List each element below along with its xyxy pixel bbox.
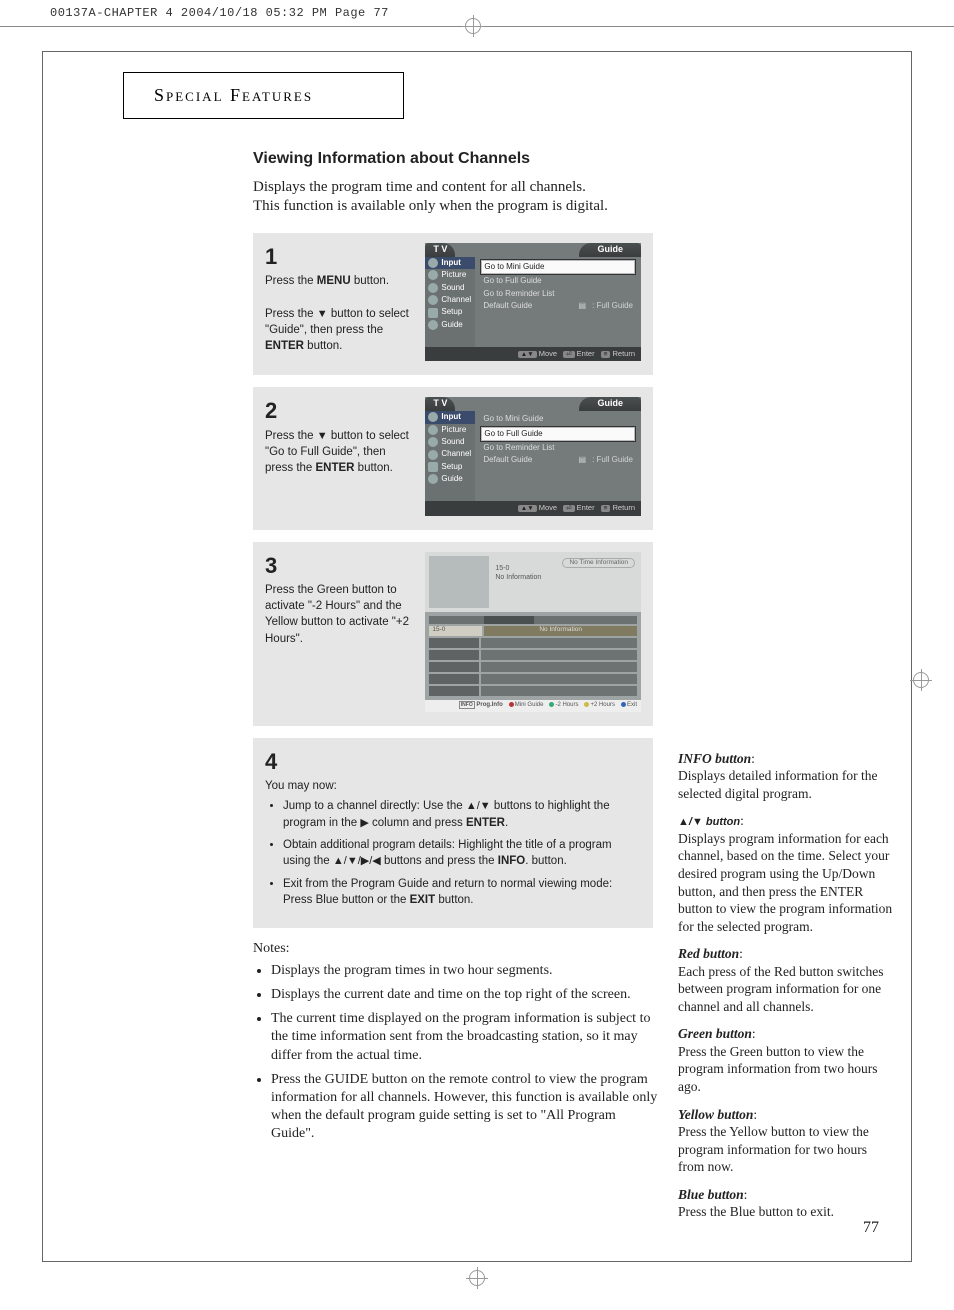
- osd-screenshot-1: T V Guide Input Picture Sound Channel Se…: [425, 243, 641, 361]
- list-icon: ▤: [579, 455, 587, 464]
- blue-dot-icon: [621, 702, 626, 707]
- crop-mark-right: [913, 672, 929, 688]
- osd-row-full-guide: Go to Full Guide: [481, 275, 635, 287]
- guide-row: 15-0 No Information: [429, 626, 637, 636]
- setup-icon: [428, 462, 438, 472]
- crop-mark-bottom: [469, 1270, 485, 1286]
- full-guide-screenshot: 15-0 No Information No Time Information …: [425, 552, 641, 712]
- osd-row-mini-guide: Go to Mini Guide: [481, 413, 635, 425]
- enter-icon: ⏎: [563, 351, 574, 358]
- sound-icon: [428, 283, 438, 293]
- picture-icon: [428, 425, 438, 435]
- no-time-chip: No Time Information: [562, 558, 635, 568]
- step-number: 1: [265, 243, 413, 272]
- guide-row: [429, 638, 637, 648]
- yellow-dot-icon: [584, 702, 589, 707]
- notes-heading: Notes:: [253, 940, 662, 958]
- step-number: 3: [265, 552, 413, 581]
- guide-timebar: [429, 616, 637, 624]
- osd-tab-guide: Guide: [579, 397, 641, 411]
- step-text: Press the Green button to activate "-2 H…: [265, 582, 413, 646]
- blue-button-label: Blue button: [678, 1187, 744, 1202]
- osd-sidebar: Input Picture Sound Channel Setup Guide: [425, 411, 475, 501]
- guide-icon: [428, 474, 438, 484]
- guide-row: [429, 650, 637, 660]
- section-header: Special Features: [123, 72, 404, 119]
- list-icon: ▤: [579, 301, 587, 310]
- info-button-label: INFO button: [678, 751, 751, 766]
- osd-tab-tv: T V: [425, 243, 455, 257]
- step-1-panel: 1 Press the MENU button. Press the ▼ but…: [253, 233, 653, 375]
- updown-icon: ▲▼: [518, 351, 537, 358]
- osd-sidebar: Input Picture Sound Channel Setup Guide: [425, 257, 475, 347]
- step-3-panel: 3 Press the Green button to activate "-2…: [253, 542, 653, 726]
- step-2-panel: 2 Press the ▼ button to select "Go to Fu…: [253, 387, 653, 529]
- step-text: Press the MENU button. Press the ▼ butto…: [265, 273, 413, 354]
- intro-text: Displays the program time and content fo…: [253, 178, 893, 217]
- step-4-panel: 4 You may now: Jump to a channel directl…: [253, 738, 653, 928]
- enter-icon: ⏎: [563, 505, 574, 512]
- step-text: You may now: Jump to a channel directly:…: [265, 778, 641, 908]
- osd-row-mini-guide: Go to Mini Guide: [481, 260, 635, 274]
- step-number: 2: [265, 397, 413, 426]
- osd-screenshot-2: T V Guide Input Picture Sound Channel Se…: [425, 397, 641, 515]
- yellow-button-label: Yellow button: [678, 1107, 753, 1122]
- crop-mark-top: [0, 26, 954, 41]
- guide-row: [429, 674, 637, 684]
- sound-icon: [428, 437, 438, 447]
- osd-row-reminder: Go to Reminder List: [481, 442, 635, 454]
- osd-row-reminder: Go to Reminder List: [481, 288, 635, 300]
- note-item: Displays the current date and time on th…: [271, 986, 662, 1004]
- notes-section: Notes: Displays the program times in two…: [253, 940, 662, 1231]
- updown-button-label: ▲/▼ button: [678, 816, 740, 828]
- guide-footer: INFO Prog.Info Mini Guide -2 Hours +2 Ho…: [425, 700, 641, 712]
- guide-icon: [428, 320, 438, 330]
- updown-icon: ▲▼: [518, 505, 537, 512]
- channel-icon: [428, 295, 438, 305]
- button-reference-column: INFO button: Displays detailed informati…: [678, 750, 893, 1231]
- note-item: Press the GUIDE button on the remote con…: [271, 1071, 662, 1144]
- page-title: Viewing Information about Channels: [253, 149, 893, 170]
- osd-row-full-guide: Go to Full Guide: [481, 427, 635, 441]
- red-button-label: Red button: [678, 946, 739, 961]
- setup-icon: [428, 308, 438, 318]
- return-icon: ≡: [601, 505, 611, 512]
- page-number: 77: [863, 1219, 879, 1237]
- step-text: Press the ▼ button to select "Go to Full…: [265, 428, 413, 477]
- picture-icon: [428, 270, 438, 280]
- input-icon: [428, 412, 438, 422]
- green-button-label: Green button: [678, 1026, 752, 1041]
- note-item: Displays the program times in two hour s…: [271, 962, 662, 980]
- osd-tab-tv: T V: [425, 397, 455, 411]
- input-icon: [428, 258, 438, 268]
- osd-row-default: Default Guide ▤: Full Guide: [481, 300, 635, 312]
- guide-preview-thumb: [429, 556, 489, 608]
- green-dot-icon: [549, 702, 554, 707]
- note-item: The current time displayed on the progra…: [271, 1010, 662, 1065]
- channel-icon: [428, 450, 438, 460]
- page-frame: Special Features Viewing Information abo…: [42, 51, 912, 1262]
- guide-row: [429, 662, 637, 672]
- step-number: 4: [265, 748, 641, 777]
- crop-mark-left: [37, 672, 49, 684]
- osd-tab-guide: Guide: [579, 243, 641, 257]
- return-icon: ≡: [601, 351, 611, 358]
- guide-row: [429, 686, 637, 696]
- osd-row-default: Default Guide ▤: Full Guide: [481, 454, 635, 466]
- red-dot-icon: [509, 702, 514, 707]
